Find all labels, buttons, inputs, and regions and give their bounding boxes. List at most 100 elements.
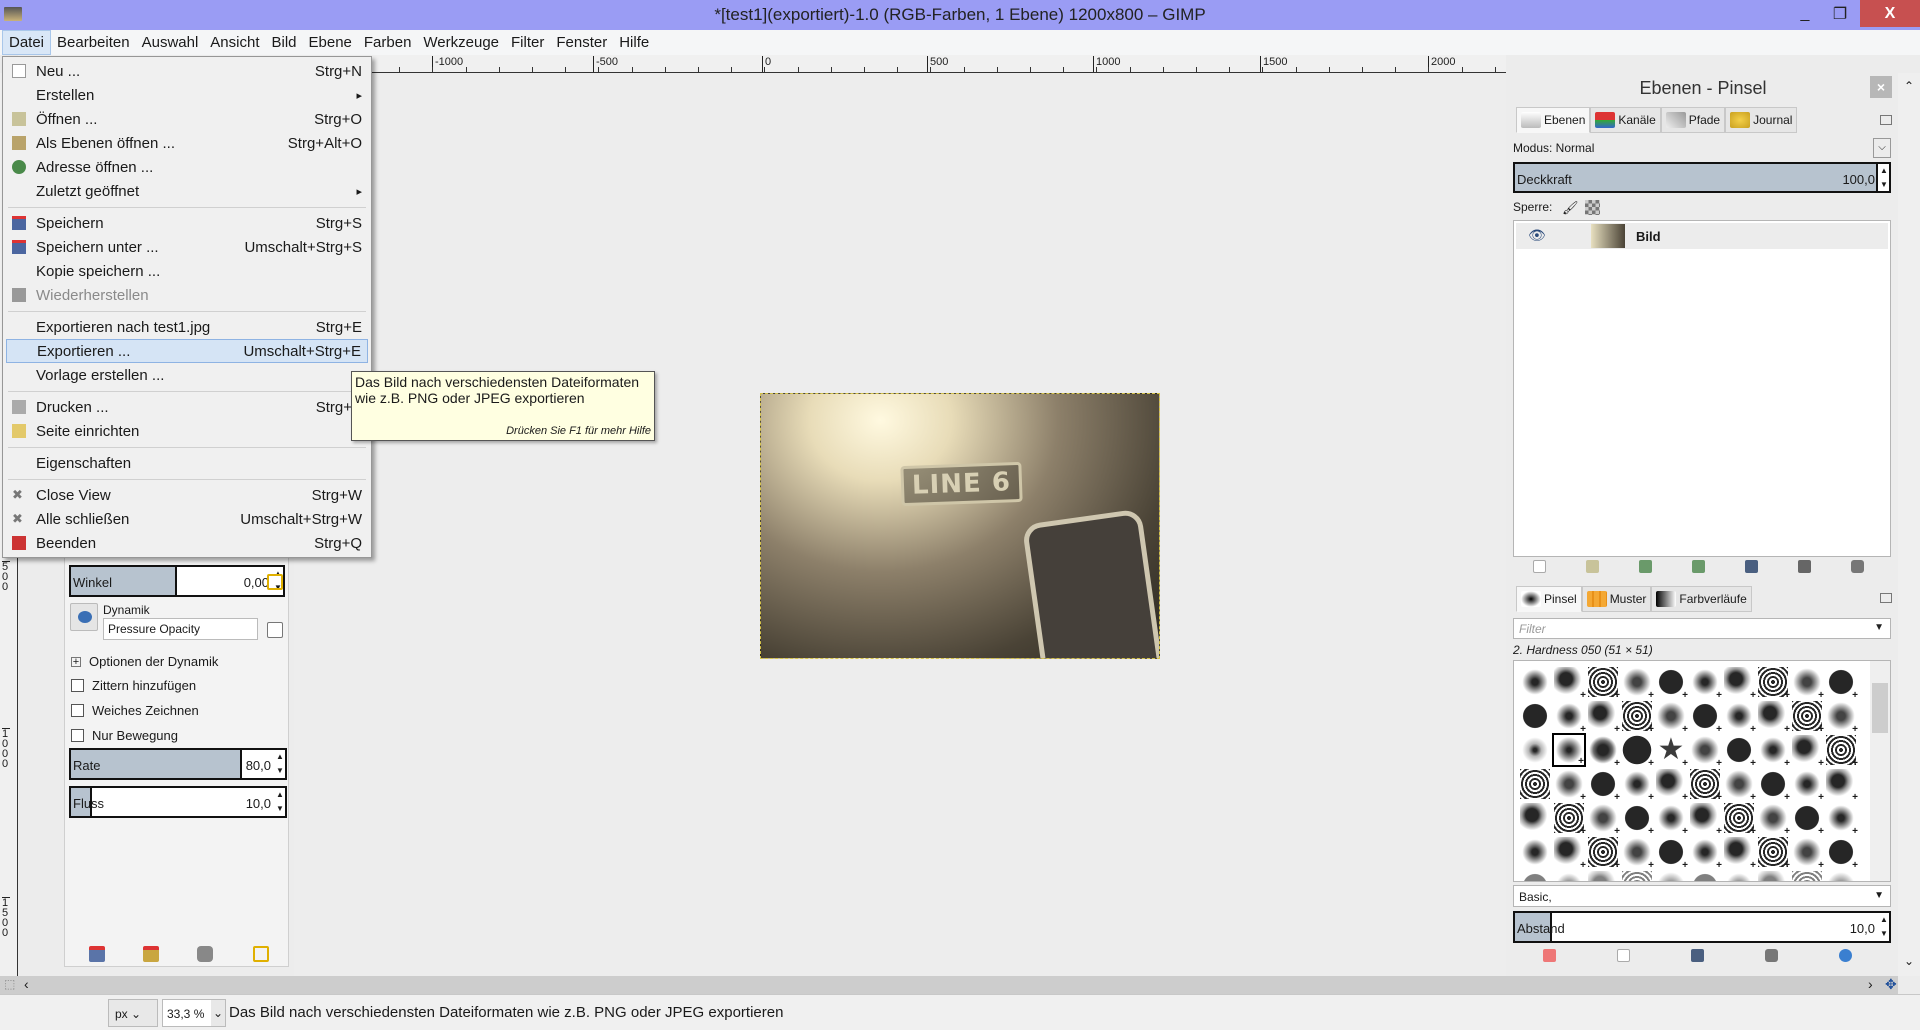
menu-item-öffnen[interactable]: Öffnen ... Strg+O — [6, 107, 368, 131]
brush-cell[interactable]: + — [1824, 767, 1858, 803]
brush-cell[interactable]: + — [1756, 767, 1790, 803]
spin-arrows[interactable]: ▲ ▼ — [275, 788, 285, 816]
brush-cell[interactable]: + — [1722, 665, 1756, 701]
brush-cell[interactable]: + — [1756, 869, 1790, 881]
brush-cell[interactable]: + — [1824, 665, 1858, 701]
menu-ebene[interactable]: Ebene — [303, 31, 358, 54]
menu-werkzeuge[interactable]: Werkzeuge — [417, 31, 505, 54]
menu-bearbeiten[interactable]: Bearbeiten — [51, 31, 136, 54]
brush-cell[interactable]: + — [1756, 835, 1790, 871]
brush-cell[interactable]: + — [1722, 699, 1756, 735]
menu-fenster[interactable]: Fenster — [550, 31, 613, 54]
menu-item-zuletzt-geöffnet[interactable]: Zuletzt geöffnet ▸ — [6, 179, 368, 203]
brush-cell[interactable]: + — [1688, 665, 1722, 701]
horizontal-scrollbar[interactable]: ⬚ ‹ ✥ › — [0, 976, 1898, 994]
brush-cell[interactable]: + — [1586, 835, 1620, 871]
brush-filter-input[interactable]: Filter ▼ — [1513, 618, 1891, 639]
brush-cell[interactable] — [1518, 733, 1552, 767]
menu-item-speichern[interactable]: Speichern Strg+S — [6, 211, 368, 235]
brush-cell[interactable]: + — [1688, 767, 1722, 803]
new-layer-group-icon[interactable] — [1586, 560, 1599, 573]
delete-options-icon[interactable] — [197, 946, 213, 962]
brush-cell[interactable]: + — [1620, 869, 1654, 881]
menu-item-kopie-speichern[interactable]: Kopie speichern ... — [6, 259, 368, 283]
menu-item-eigenschaften[interactable]: Eigenschaften — [6, 451, 368, 475]
lower-layer-icon[interactable] — [1692, 560, 1705, 573]
brush-cell[interactable]: + — [1756, 699, 1790, 735]
brush-cell[interactable]: + — [1688, 801, 1722, 837]
brush-cell[interactable]: + — [1586, 767, 1620, 803]
brush-cell[interactable]: + — [1586, 733, 1620, 769]
brush-cell[interactable]: + — [1552, 733, 1586, 767]
brush-cell[interactable]: + — [1790, 869, 1824, 881]
brush-cell[interactable]: + — [1654, 665, 1688, 701]
brush-cell[interactable] — [1518, 835, 1552, 869]
zoom-select[interactable]: 33,3 % ⌄ — [162, 999, 226, 1027]
brush-cell[interactable] — [1518, 801, 1552, 835]
tab-farbverläufe[interactable]: Farbverläufe — [1651, 586, 1752, 612]
brush-cell[interactable]: + — [1620, 835, 1654, 871]
brush-cell[interactable] — [1518, 767, 1552, 801]
brush-cell[interactable]: + — [1824, 699, 1858, 735]
brush-cell[interactable]: + — [1688, 733, 1722, 769]
menu-datei[interactable]: Datei — [2, 30, 52, 55]
menu-item-neu[interactable]: Neu ... Strg+N — [6, 59, 368, 83]
quick-mask-icon[interactable]: ⬚ — [4, 977, 15, 991]
menu-item-als-ebenen-öffnen[interactable]: Als Ebenen öffnen ... Strg+Alt+O — [6, 131, 368, 155]
lock-pixels-icon[interactable]: 🖌 — [1562, 200, 1579, 216]
brush-cell[interactable]: + — [1688, 835, 1722, 871]
brush-cell[interactable]: + — [1756, 733, 1790, 769]
image-canvas[interactable]: LINE 6 — [760, 393, 1160, 659]
menu-filter[interactable]: Filter — [505, 31, 550, 54]
tab-journal[interactable]: Journal — [1725, 107, 1798, 133]
brush-cell[interactable]: + — [1790, 665, 1824, 701]
menu-item-beenden[interactable]: Beenden Strg+Q — [6, 531, 368, 555]
brush-cell[interactable] — [1518, 665, 1552, 699]
scroll-left-icon[interactable]: ‹ — [24, 976, 29, 992]
menu-item-erstellen[interactable]: Erstellen ▸ — [6, 83, 368, 107]
brush-cell[interactable]: + — [1552, 699, 1586, 735]
brush-cell[interactable]: + — [1620, 665, 1654, 701]
brush-cell[interactable]: + — [1790, 835, 1824, 871]
brush-cell[interactable]: + — [1586, 665, 1620, 701]
menu-item-exportieren-nach-test1-jpg[interactable]: Exportieren nach test1.jpg Strg+E — [6, 315, 368, 339]
brush-cell[interactable]: + — [1552, 665, 1586, 701]
brush-cell[interactable]: + — [1654, 801, 1688, 837]
brush-cell[interactable]: + — [1722, 835, 1756, 871]
brush-cell[interactable] — [1518, 869, 1552, 881]
new-brush-icon[interactable] — [1617, 949, 1630, 962]
close-window-button[interactable]: X — [1860, 0, 1920, 27]
brush-cell[interactable]: + — [1654, 869, 1688, 881]
brush-cell[interactable]: + — [1824, 835, 1858, 871]
brush-scrollbar[interactable] — [1870, 661, 1890, 881]
scroll-right-icon[interactable]: › — [1868, 976, 1873, 992]
new-layer-icon[interactable] — [1533, 560, 1546, 573]
angle-slider[interactable]: Winkel 0,00 ▲ ▼ — [69, 565, 285, 597]
checkbox-jitter[interactable]: Zittern hinzufügen — [71, 678, 196, 693]
raise-layer-icon[interactable] — [1639, 560, 1652, 573]
brush-cell[interactable]: + — [1756, 665, 1790, 701]
spacing-slider[interactable]: Abstand 10,0 ▲ ▼ — [1513, 911, 1891, 943]
checkbox-smooth[interactable]: Weiches Zeichnen — [71, 703, 199, 718]
menu-hilfe[interactable]: Hilfe — [613, 31, 655, 54]
dynamics-field[interactable]: Pressure Opacity — [103, 618, 258, 640]
edit-dynamics-icon[interactable] — [267, 622, 283, 638]
spin-arrows[interactable]: ▲ ▼ — [275, 750, 285, 778]
menu-item-speichern-unter[interactable]: Speichern unter ... Umschalt+Strg+S — [6, 235, 368, 259]
reset-angle-icon[interactable] — [267, 574, 283, 590]
dynamics-icon[interactable] — [70, 603, 98, 631]
tab-ebenen[interactable]: Ebenen — [1516, 107, 1591, 133]
flow-slider[interactable]: Fluss 10,0 ▲ ▼ — [69, 786, 287, 818]
brush-cell[interactable]: + — [1722, 767, 1756, 803]
rate-slider[interactable]: Rate 80,0 ▲ ▼ — [69, 748, 287, 780]
spin-arrows[interactable]: ▲ ▼ — [1879, 913, 1889, 941]
brush-cell[interactable]: + — [1790, 699, 1824, 735]
minimize-button[interactable]: _ — [1790, 0, 1820, 27]
reset-options-icon[interactable] — [253, 946, 269, 962]
maximize-button[interactable]: ❐ — [1825, 0, 1855, 27]
brush-cell[interactable]: + — [1586, 801, 1620, 837]
brush-cell[interactable]: + — [1790, 733, 1824, 769]
menu-ansicht[interactable]: Ansicht — [204, 31, 265, 54]
brush-cell[interactable]: + — [1552, 869, 1586, 881]
anchor-layer-icon[interactable] — [1798, 560, 1811, 573]
